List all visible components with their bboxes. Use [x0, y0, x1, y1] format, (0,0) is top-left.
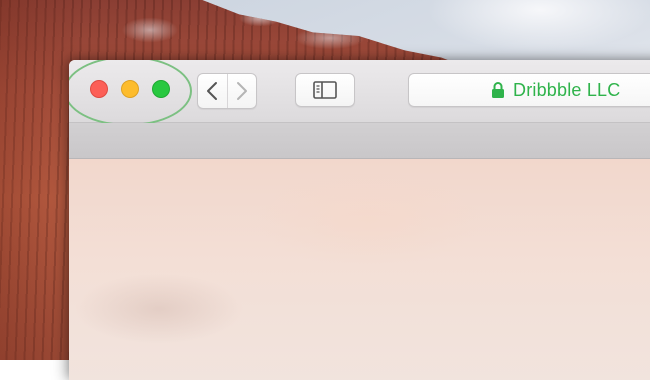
navigation-buttons: [197, 73, 257, 109]
lock-icon: [492, 82, 504, 98]
window-controls-highlight: [69, 60, 192, 126]
address-bar[interactable]: Dribbble LLC: [408, 73, 650, 107]
wallpaper-shade: [0, 0, 80, 360]
chevron-left-icon: [207, 82, 218, 100]
forward-button[interactable]: [226, 74, 257, 108]
page-content: [69, 159, 650, 380]
tab-bar: [69, 123, 650, 159]
chevron-right-icon: [236, 82, 247, 100]
address-bar-content: Dribbble LLC: [491, 74, 620, 106]
browser-window: Dribbble LLC: [69, 60, 650, 380]
browser-toolbar: Dribbble LLC: [69, 60, 650, 126]
sidebar-toggle-button[interactable]: [295, 73, 355, 107]
sidebar-icon: [313, 81, 337, 99]
back-button[interactable]: [198, 74, 227, 108]
site-identity-text: Dribbble LLC: [513, 79, 621, 100]
